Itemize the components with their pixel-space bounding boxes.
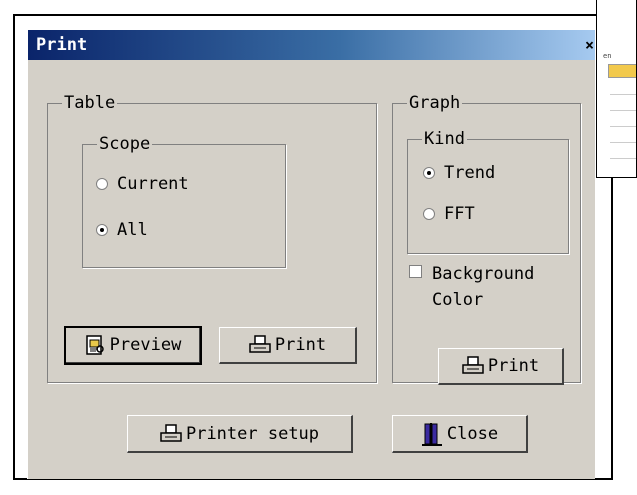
background-window-row [610, 96, 636, 111]
radio-trend-label: Trend [444, 163, 496, 183]
radio-fft-indicator[interactable] [423, 208, 435, 220]
table-group-label: Table [62, 91, 118, 115]
background-window-row [610, 112, 636, 127]
preview-button[interactable]: Preview [64, 326, 202, 365]
graph-group-label: Graph [407, 91, 463, 115]
background-color-label-line1: Background [432, 264, 535, 284]
background-window-row [610, 80, 636, 95]
radio-fft-label: FFT [444, 204, 475, 224]
printer-setup-button[interactable]: Printer setup [127, 415, 353, 453]
graph-print-button-label: Print [487, 356, 540, 376]
print-dialog: Print × Table Scope Current All Preview … [27, 29, 595, 479]
radio-all[interactable]: All [96, 220, 148, 240]
close-icon[interactable]: × [585, 36, 595, 54]
preview-icon [84, 334, 106, 356]
radio-all-indicator[interactable] [96, 224, 108, 236]
radio-current-label: Current [117, 174, 189, 194]
background-color-label-line2: Color [432, 290, 484, 310]
table-print-button[interactable]: Print [219, 327, 357, 364]
close-button-label: Close [446, 423, 499, 444]
background-window-row [610, 144, 636, 159]
background-window-header-cell [608, 64, 636, 78]
radio-current-indicator[interactable] [96, 178, 108, 190]
graph-groupbox: Graph Kind Trend FFT Background Color Pr… [392, 91, 581, 385]
background-window: en [596, 0, 637, 178]
background-color-label: Background Color [432, 261, 534, 313]
table-groupbox: Table Scope Current All Preview Print [47, 91, 377, 383]
radio-current[interactable]: Current [96, 174, 189, 194]
printer-icon [249, 335, 271, 355]
dialog-title: Print [36, 35, 88, 55]
background-window-row [610, 128, 636, 143]
printer-icon [462, 356, 484, 376]
radio-trend-indicator[interactable] [423, 167, 435, 179]
radio-all-label: All [117, 220, 148, 240]
radio-fft[interactable]: FFT [423, 204, 475, 224]
background-window-caption: en [603, 52, 612, 60]
background-color-checkbox[interactable] [409, 265, 422, 278]
preview-button-label: Preview [109, 335, 182, 355]
title-bar[interactable]: Print × [28, 30, 595, 60]
graph-print-button[interactable]: Print [438, 348, 564, 385]
kind-groupbox: Kind Trend FFT [407, 127, 569, 254]
scope-group-label: Scope [97, 132, 153, 156]
kind-group-label: Kind [422, 127, 467, 151]
close-door-icon [421, 421, 443, 447]
printer-icon [160, 423, 182, 444]
scope-groupbox: Scope Current All [82, 132, 286, 268]
background-color-checkbox-row[interactable]: Background Color [409, 261, 534, 313]
radio-trend[interactable]: Trend [423, 163, 495, 183]
table-print-button-label: Print [274, 335, 327, 355]
close-button[interactable]: Close [392, 415, 528, 453]
printer-setup-button-label: Printer setup [185, 423, 320, 444]
